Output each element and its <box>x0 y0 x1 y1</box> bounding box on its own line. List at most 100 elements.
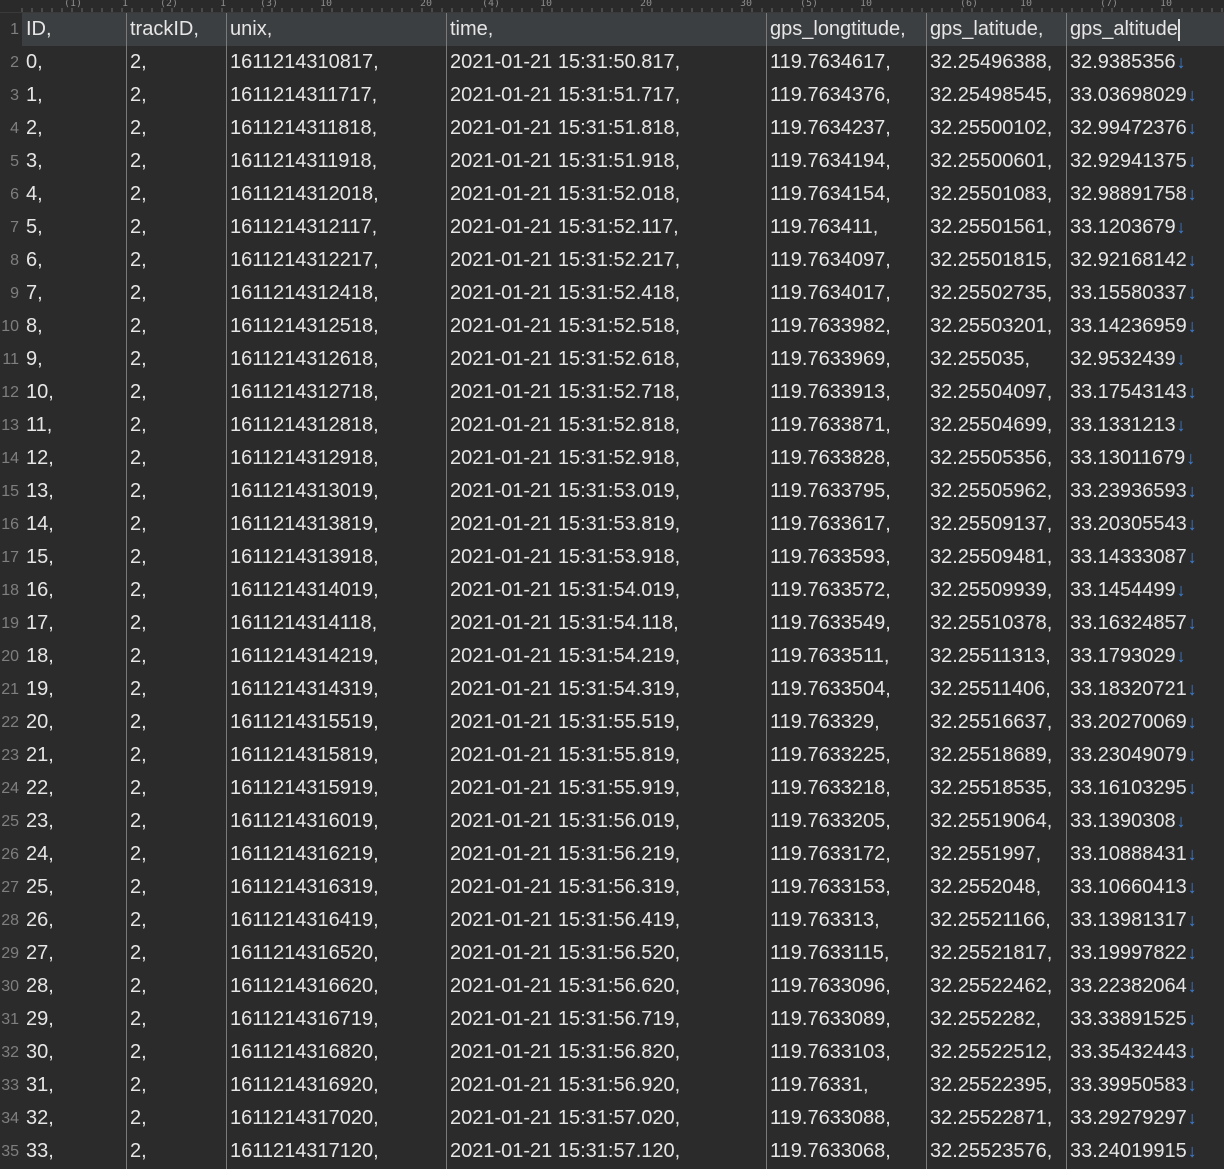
cell-unix[interactable]: 1611214315519, <box>226 706 446 739</box>
cell-unix[interactable]: 1611214315919, <box>226 772 446 805</box>
cell-unix[interactable]: 1611214316719, <box>226 1003 446 1036</box>
column-separator[interactable] <box>446 13 447 1169</box>
cell-id[interactable]: 20, <box>22 706 126 739</box>
cell-trackid[interactable]: 2, <box>126 541 226 574</box>
cell-id[interactable]: 10, <box>22 376 126 409</box>
cell-id[interactable]: 21, <box>22 739 126 772</box>
cell-trackid[interactable]: 2, <box>126 739 226 772</box>
header-cell-unix[interactable]: unix, <box>226 13 446 46</box>
cell-longitude[interactable]: 119.7633068, <box>766 1135 926 1168</box>
cell-longitude[interactable]: 119.7634237, <box>766 112 926 145</box>
cell-time[interactable]: 2021-01-21 15:31:52.018, <box>446 178 766 211</box>
cell-id[interactable]: 11, <box>22 409 126 442</box>
cell-latitude[interactable]: 32.25522462, <box>926 970 1066 1003</box>
cell-id[interactable]: 32, <box>22 1102 126 1135</box>
cell-unix[interactable]: 1611214312117, <box>226 211 446 244</box>
cell-longitude[interactable]: 119.7633913, <box>766 376 926 409</box>
cell-trackid[interactable]: 2, <box>126 1102 226 1135</box>
cell-latitude[interactable]: 32.25502735, <box>926 277 1066 310</box>
cell-time[interactable]: 2021-01-21 15:31:56.219, <box>446 838 766 871</box>
cell-altitude[interactable]: 33.15580337↓ <box>1066 277 1224 310</box>
table-row[interactable]: 5, 2, 1611214312117, 2021-01-21 15:31:52.11… <box>22 211 1224 244</box>
cell-altitude[interactable]: 33.1390308↓ <box>1066 805 1224 838</box>
cell-id[interactable]: 30, <box>22 1036 126 1069</box>
cell-longitude[interactable]: 119.7633504, <box>766 673 926 706</box>
cell-id[interactable]: 5, <box>22 211 126 244</box>
table-row[interactable]: 2, 2, 1611214311818, 2021-01-21 15:31:51.81… <box>22 112 1224 145</box>
cell-unix[interactable]: 1611214317020, <box>226 1102 446 1135</box>
table-row[interactable]: 33, 2, 1611214317120, 2021-01-21 15:31:57.1… <box>22 1135 1224 1168</box>
cell-altitude[interactable]: 32.9385356↓ <box>1066 46 1224 79</box>
cell-altitude[interactable]: 33.17543143↓ <box>1066 376 1224 409</box>
table-row[interactable]: 9, 2, 1611214312618, 2021-01-21 15:31:52.61… <box>22 343 1224 376</box>
cell-latitude[interactable]: 32.2552282, <box>926 1003 1066 1036</box>
cell-id[interactable]: 13, <box>22 475 126 508</box>
cell-time[interactable]: 2021-01-21 15:31:52.518, <box>446 310 766 343</box>
cell-id[interactable]: 19, <box>22 673 126 706</box>
cell-longitude[interactable]: 119.7633593, <box>766 541 926 574</box>
cell-altitude[interactable]: 33.24019915↓ <box>1066 1135 1224 1168</box>
cell-longitude[interactable]: 119.7633871, <box>766 409 926 442</box>
cell-longitude[interactable]: 119.7634617, <box>766 46 926 79</box>
cell-longitude[interactable]: 119.7633096, <box>766 970 926 1003</box>
cell-time[interactable]: 2021-01-21 15:31:54.118, <box>446 607 766 640</box>
header-cell-latitude[interactable]: gps_latitude, <box>926 13 1066 46</box>
column-separator[interactable] <box>926 13 927 1169</box>
cell-trackid[interactable]: 2, <box>126 145 226 178</box>
cell-time[interactable]: 2021-01-21 15:31:55.819, <box>446 739 766 772</box>
cell-longitude[interactable]: 119.7633205, <box>766 805 926 838</box>
cell-latitude[interactable]: 32.25522395, <box>926 1069 1066 1102</box>
cell-unix[interactable]: 1611214313019, <box>226 475 446 508</box>
header-cell-altitude[interactable]: gps_altitude <box>1066 13 1224 46</box>
cell-time[interactable]: 2021-01-21 15:31:52.718, <box>446 376 766 409</box>
cell-latitude[interactable]: 32.25504699, <box>926 409 1066 442</box>
cell-trackid[interactable]: 2, <box>126 277 226 310</box>
cell-trackid[interactable]: 2, <box>126 112 226 145</box>
cell-altitude[interactable]: 33.1793029↓ <box>1066 640 1224 673</box>
cell-altitude[interactable]: 32.98891758↓ <box>1066 178 1224 211</box>
cell-trackid[interactable]: 2, <box>126 79 226 112</box>
cell-id[interactable]: 31, <box>22 1069 126 1102</box>
cell-id[interactable]: 24, <box>22 838 126 871</box>
cell-latitude[interactable]: 32.25501561, <box>926 211 1066 244</box>
cell-altitude[interactable]: 33.16324857↓ <box>1066 607 1224 640</box>
cell-latitude[interactable]: 32.25521817, <box>926 937 1066 970</box>
cell-longitude[interactable]: 119.76331, <box>766 1069 926 1102</box>
cell-latitude[interactable]: 32.25518689, <box>926 739 1066 772</box>
cell-trackid[interactable]: 2, <box>126 178 226 211</box>
cell-time[interactable]: 2021-01-21 15:31:56.319, <box>446 871 766 904</box>
cell-id[interactable]: 1, <box>22 79 126 112</box>
cell-longitude[interactable]: 119.763313, <box>766 904 926 937</box>
cell-unix[interactable]: 1611214316820, <box>226 1036 446 1069</box>
cell-unix[interactable]: 1611214316920, <box>226 1069 446 1102</box>
cell-trackid[interactable]: 2, <box>126 772 226 805</box>
cell-longitude[interactable]: 119.7633828, <box>766 442 926 475</box>
cell-altitude[interactable]: 33.14236959↓ <box>1066 310 1224 343</box>
cell-longitude[interactable]: 119.7633549, <box>766 607 926 640</box>
cell-latitude[interactable]: 32.25503201, <box>926 310 1066 343</box>
cell-time[interactable]: 2021-01-21 15:31:55.519, <box>446 706 766 739</box>
cell-unix[interactable]: 1611214312818, <box>226 409 446 442</box>
table-row[interactable]: 28, 2, 1611214316620, 2021-01-21 15:31:56.6… <box>22 970 1224 1003</box>
cell-longitude[interactable]: 119.7633511, <box>766 640 926 673</box>
cell-time[interactable]: 2021-01-21 15:31:53.019, <box>446 475 766 508</box>
cell-altitude[interactable]: 33.23936593↓ <box>1066 475 1224 508</box>
cell-time[interactable]: 2021-01-21 15:31:52.418, <box>446 277 766 310</box>
cell-altitude[interactable]: 33.39950583↓ <box>1066 1069 1224 1102</box>
cell-id[interactable]: 0, <box>22 46 126 79</box>
cell-time[interactable]: 2021-01-21 15:31:54.319, <box>446 673 766 706</box>
cell-id[interactable]: 9, <box>22 343 126 376</box>
cell-time[interactable]: 2021-01-21 15:31:56.920, <box>446 1069 766 1102</box>
cell-longitude[interactable]: 119.7633153, <box>766 871 926 904</box>
cell-longitude[interactable]: 119.7633115, <box>766 937 926 970</box>
column-separator[interactable] <box>1066 13 1067 1169</box>
cell-time[interactable]: 2021-01-21 15:31:52.818, <box>446 409 766 442</box>
cell-time[interactable]: 2021-01-21 15:31:56.620, <box>446 970 766 1003</box>
cell-unix[interactable]: 1611214316019, <box>226 805 446 838</box>
cell-latitude[interactable]: 32.25511406, <box>926 673 1066 706</box>
cell-longitude[interactable]: 119.7633969, <box>766 343 926 376</box>
cell-longitude[interactable]: 119.7634194, <box>766 145 926 178</box>
cell-id[interactable]: 23, <box>22 805 126 838</box>
cell-latitude[interactable]: 32.25516637, <box>926 706 1066 739</box>
table-row[interactable]: 27, 2, 1611214316520, 2021-01-21 15:31:56.5… <box>22 937 1224 970</box>
